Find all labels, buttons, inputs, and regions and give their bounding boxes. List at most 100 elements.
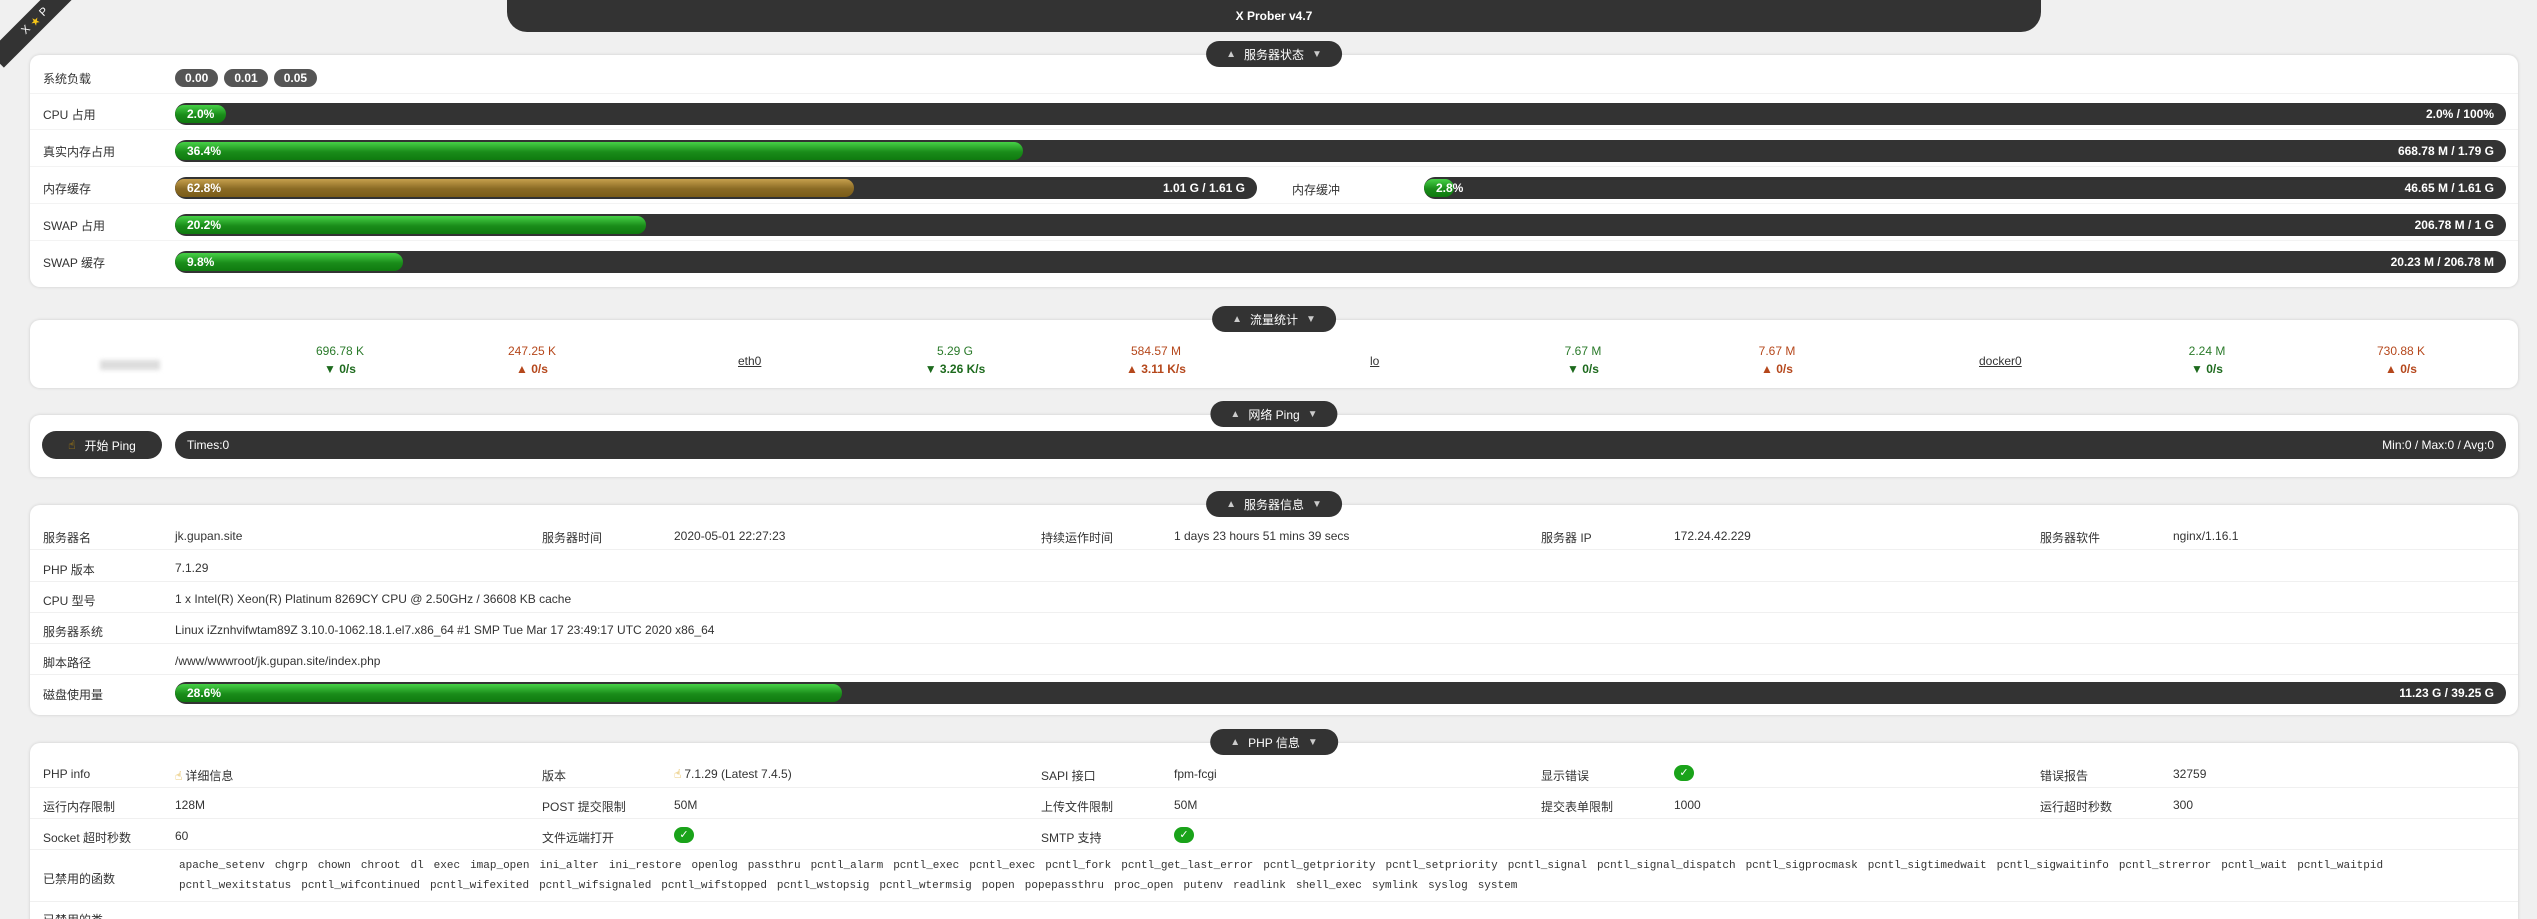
server-time-value: 2020-05-01 22:27:23	[674, 529, 786, 543]
os-value: Linux iZznhvifwtam89Z 3.10.0-1062.18.1.e…	[175, 623, 715, 637]
iface0-tx-total: 247.25 K	[507, 344, 557, 358]
iface1-tx-rate: ▲ 3.11 K/s	[1126, 362, 1186, 376]
iface-lo-name[interactable]: lo	[1370, 354, 1379, 368]
php-version-value: 7.1.29	[175, 561, 209, 575]
disabled-function-item: chroot	[360, 860, 401, 872]
server-time-label: 服务器时间	[542, 531, 603, 545]
ping-card: ▲ 网络 Ping ▼ ☝ 开始 Ping Times:0 Min:0 / Ma…	[30, 401, 2518, 477]
iface2-tx-total: 7.67 M	[1758, 344, 1796, 358]
memory-cache-bar: 62.8% 1.01 G / 1.61 G	[175, 177, 1257, 199]
php-info-legend[interactable]: ▲ PHP 信息 ▼	[1210, 729, 1338, 755]
section-title: 服务器信息	[1243, 497, 1305, 512]
disabled-function-item: shell_exec	[1295, 880, 1362, 892]
row-divider	[30, 849, 2518, 850]
disabled-function-item: pcntl_fork	[1045, 860, 1112, 872]
real-memory-value: 668.78 M / 1.79 G	[2397, 144, 2494, 158]
disabled-function-item: pcntl_wtermsig	[879, 880, 972, 892]
php-version-link[interactable]: ☝ 7.1.29 (Latest 7.4.5)	[674, 767, 792, 781]
app-title: X Prober v4.7	[1235, 9, 1313, 23]
disk-usage-label: 磁盘使用量	[43, 688, 104, 702]
os-label: 服务器系统	[43, 625, 104, 639]
smtp-check: ✓	[1174, 827, 1194, 843]
ping-result-bar: Times:0 Min:0 / Max:0 / Avg:0	[175, 431, 2506, 459]
socket-timeout-value: 60	[175, 829, 189, 843]
cpu-label: CPU 占用	[43, 107, 96, 122]
disabled-function-item: system	[1477, 880, 1518, 892]
cpu-model-label: CPU 型号	[43, 594, 96, 608]
smtp-label: SMTP 支持	[1041, 831, 1102, 845]
memory-buffer-value: 46.65 M / 1.61 G	[2404, 181, 2494, 195]
ping-times: Times:0	[187, 438, 230, 452]
disabled-function-item: pcntl_wstopsig	[776, 880, 870, 892]
php-version-label: 版本	[542, 769, 567, 783]
start-ping-button[interactable]: ☝ 开始 Ping	[42, 431, 162, 459]
iface-docker0-name[interactable]: docker0	[1979, 354, 2022, 368]
real-memory-bar: 36.4% 668.78 M / 1.79 G	[175, 140, 2506, 162]
phpinfo-label: PHP info	[43, 767, 91, 781]
uptime-value: 1 days 23 hours 51 mins 39 secs	[1174, 529, 1350, 543]
row-divider	[30, 901, 2518, 902]
iface-eth0-name[interactable]: eth0	[738, 354, 761, 368]
max-input-label: 提交表单限制	[1541, 800, 1614, 814]
phpinfo-link[interactable]: ☝ 详细信息	[175, 767, 233, 784]
load-1min: 0.00	[175, 69, 219, 87]
error-report-value: 32759	[2173, 767, 2207, 781]
iface1-tx-total: 584.57 M	[1130, 344, 1182, 358]
disabled-function-item: popepassthru	[1024, 880, 1104, 892]
row-divider	[30, 818, 2518, 819]
network-legend[interactable]: ▲ 流量统计 ▼	[1212, 306, 1336, 332]
disabled-function-item: pcntl_exec	[893, 860, 960, 872]
iface1-rx-rate: ▼ 3.26 K/s	[924, 362, 986, 376]
mem-limit-label: 运行内存限制	[43, 800, 116, 814]
swap-cache-label: SWAP 缓存	[43, 256, 106, 270]
system-load-row: 系统负载 0.00 0.01 0.05	[30, 63, 2518, 94]
disabled-function-item: openlog	[691, 860, 738, 872]
mem-limit-value: 128M	[175, 798, 206, 812]
disabled-function-item: pcntl_wifsignaled	[539, 880, 652, 892]
disabled-functions-label: 已禁用的函数	[43, 872, 116, 886]
server-software-label: 服务器软件	[2040, 531, 2101, 545]
iface1-rx-total: 5.29 G	[936, 344, 974, 358]
triangle-up-icon: ▲	[1226, 498, 1236, 510]
server-info-legend[interactable]: ▲ 服务器信息 ▼	[1206, 491, 1342, 517]
memory-cache-fill	[175, 179, 855, 197]
max-exec-label: 运行超时秒数	[2040, 800, 2113, 814]
redacted-interface-name	[100, 360, 160, 370]
row-divider	[30, 549, 2518, 550]
swap-cache-row: SWAP 缓存 9.8% 20.23 M / 206.78 M	[30, 247, 2518, 278]
disabled-functions-list: apache_setenv chgrp chown chroot dl exec imap_…	[179, 856, 2504, 896]
disabled-function-item: exec	[433, 860, 461, 872]
iface2-rx-total: 7.67 M	[1564, 344, 1602, 358]
check-icon: ✓	[674, 827, 694, 843]
disabled-function-item: pcntl_getpriority	[1263, 860, 1376, 872]
error-report-label: 错误报告	[2040, 769, 2089, 783]
iface3-tx: 730.88 K ▲ 0/s	[2341, 344, 2461, 376]
display-errors-check: ✓	[1674, 765, 1694, 781]
section-title: 流量统计	[1249, 312, 1299, 327]
load-15min: 0.05	[273, 69, 318, 87]
upload-max-label: 上传文件限制	[1041, 800, 1114, 814]
disabled-function-item: pcntl_exec	[969, 860, 1036, 872]
pointing-hand-icon: ☝	[674, 767, 682, 781]
iface2-rx-rate: ▼ 0/s	[1567, 362, 1599, 376]
server-status-legend[interactable]: ▲ 服务器状态 ▼	[1206, 41, 1342, 67]
swap-cache-percent: 9.8%	[187, 255, 215, 269]
server-name-value: jk.gupan.site	[175, 529, 243, 543]
swap-used-label: SWAP 占用	[43, 218, 106, 233]
disabled-function-item: apache_setenv	[179, 860, 265, 872]
network-card: ▲ 流量统计 ▼ 696.78 K ▼ 0/s 247.25 K ▲ 0/s e…	[30, 306, 2518, 388]
php-info-card: ▲ PHP 信息 ▼ PHP info ☝ 详细信息 版本 ☝ 7.1.29 (La…	[30, 729, 2518, 919]
disabled-function-item: chown	[317, 860, 351, 872]
disabled-function-item: pcntl_sigtimedwait	[1867, 860, 1987, 872]
ping-legend[interactable]: ▲ 网络 Ping ▼	[1210, 401, 1338, 427]
cpu-percent: 2.0%	[187, 107, 215, 121]
disabled-function-item: pcntl_wexitstatus	[179, 880, 292, 892]
disabled-function-item: pcntl_signal_dispatch	[1596, 860, 1736, 872]
disabled-function-item: pcntl_wifcontinued	[301, 880, 421, 892]
sapi-label: SAPI 接口	[1041, 769, 1096, 783]
post-max-value: 50M	[674, 798, 698, 812]
triangle-down-icon: ▼	[1307, 408, 1318, 420]
pointing-hand-icon: ☝	[68, 438, 76, 452]
disabled-function-item: passthru	[747, 860, 801, 872]
triangle-down-icon: ▼	[1312, 48, 1322, 60]
